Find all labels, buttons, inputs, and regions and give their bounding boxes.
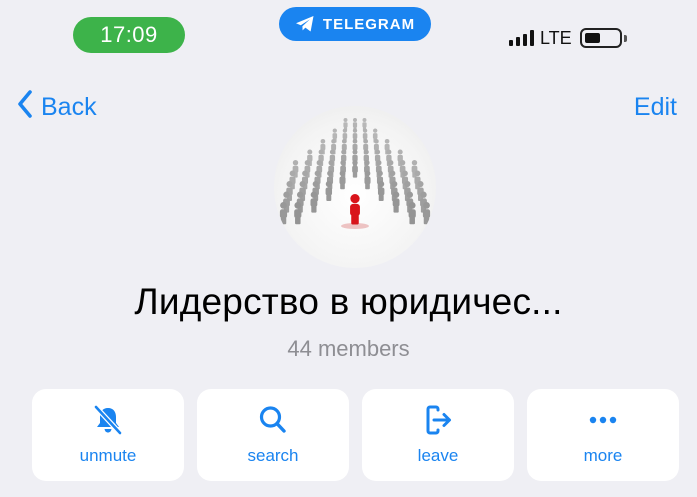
edit-button[interactable]: Edit: [634, 90, 677, 124]
bell-slash-icon: [91, 404, 125, 436]
unmute-button[interactable]: unmute: [32, 389, 184, 481]
status-time[interactable]: 17:09: [73, 17, 185, 53]
leave-label: leave: [417, 446, 459, 465]
crowd-leader-image: [279, 118, 431, 229]
status-indicators: LTE: [509, 26, 627, 50]
back-label: Back: [41, 92, 97, 121]
back-button[interactable]: Back: [17, 89, 97, 125]
chevron-left-icon: [17, 89, 41, 125]
action-bar: unmute search leave more: [32, 389, 679, 481]
search-button[interactable]: search: [197, 389, 349, 481]
network-type: LTE: [540, 27, 572, 48]
battery-icon: [579, 28, 622, 48]
more-label: more: [583, 446, 623, 465]
app-name: TELEGRAM: [322, 15, 416, 33]
search-label: search: [247, 446, 299, 465]
leave-button[interactable]: leave: [362, 389, 514, 481]
return-to-app-pill[interactable]: TELEGRAM: [279, 7, 431, 41]
more-icon: [586, 404, 620, 436]
status-bar: 17:09 TELEGRAM LTE: [0, 0, 697, 70]
signal-icon: [509, 30, 534, 46]
group-title: Лидерство в юридичес...: [134, 281, 563, 322]
unmute-label: unmute: [79, 446, 137, 465]
leave-icon: [421, 404, 455, 436]
member-count: 44 members: [287, 336, 410, 361]
telegram-plane-icon: [295, 15, 315, 33]
more-button[interactable]: more: [527, 389, 679, 481]
group-avatar[interactable]: [274, 106, 436, 268]
search-icon: [256, 404, 290, 436]
